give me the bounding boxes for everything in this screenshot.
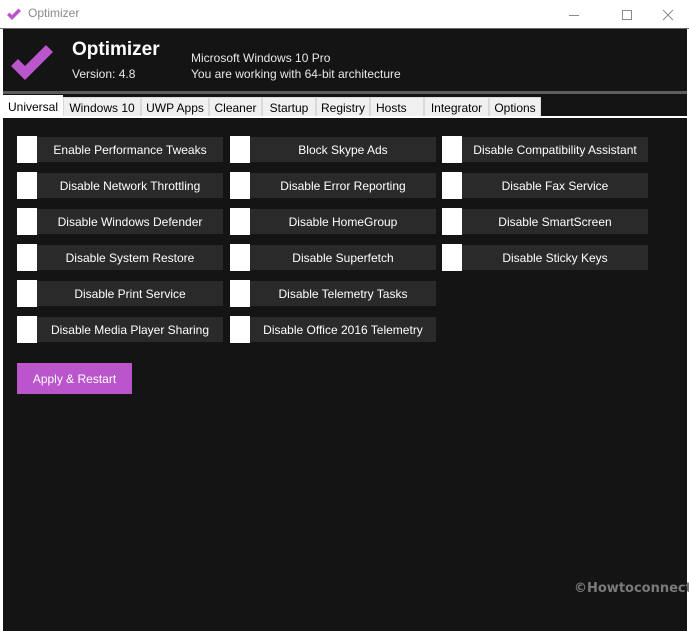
toggle-label: Disable Print Service [37,281,223,306]
toggle-label: Enable Performance Tweaks [37,137,223,162]
toggle-checkbox[interactable] [442,136,462,163]
toggle-disable-system-restore[interactable]: Disable System Restore [17,244,223,271]
toggle-disable-smartscreen[interactable]: Disable SmartScreen [442,208,648,235]
toggle-checkbox[interactable] [17,136,37,163]
toggle-label: Disable HomeGroup [250,209,436,234]
toggle-checkbox[interactable] [17,208,37,235]
checkmark-icon [11,45,53,80]
tab-windows-10[interactable]: Windows 10 [63,97,141,117]
toggle-disable-telemetry-tasks[interactable]: Disable Telemetry Tasks [230,280,436,307]
app-header: Optimizer Version: 4.8 Microsoft Windows… [3,29,687,91]
apply-restart-button[interactable]: Apply & Restart [17,363,132,394]
toggle-checkbox[interactable] [17,280,37,307]
toggle-label: Disable SmartScreen [462,209,648,234]
toggle-disable-office-2016-telemetry[interactable]: Disable Office 2016 Telemetry [230,316,436,343]
toggle-label: Block Skype Ads [250,137,436,162]
toggle-checkbox[interactable] [230,316,250,343]
toggle-label: Disable Network Throttling [37,173,223,198]
toggle-checkbox[interactable] [442,172,462,199]
toggle-disable-media-player-sharing[interactable]: Disable Media Player Sharing [17,316,223,343]
tab-hosts[interactable]: Hosts [370,97,424,117]
toggle-disable-network-throttling[interactable]: Disable Network Throttling [17,172,223,199]
tab-cleaner[interactable]: Cleaner [209,97,262,117]
tab-universal[interactable]: Universal [3,95,63,117]
close-icon [662,9,674,20]
toggle-checkbox[interactable] [442,208,462,235]
header-divider [3,91,687,94]
toggle-label: Disable Office 2016 Telemetry [250,317,436,342]
architecture-label: You are working with 64-bit architecture [191,67,401,81]
minimize-button[interactable] [551,0,597,29]
toggle-disable-compatibility-assistant[interactable]: Disable Compatibility Assistant [442,136,648,163]
tab-registry[interactable]: Registry [316,97,370,117]
toggle-block-skype-ads[interactable]: Block Skype Ads [230,136,436,163]
toggle-label: Disable Sticky Keys [462,245,648,270]
toggle-label: Disable System Restore [37,245,223,270]
app-window: Optimizer Version: 4.8 Microsoft Windows… [0,29,689,631]
toggle-label: Disable Windows Defender [37,209,223,234]
app-name: Optimizer [72,39,160,60]
tab-uwp-apps[interactable]: UWP Apps [141,97,209,117]
toggle-label: Disable Media Player Sharing [37,317,223,342]
toggle-checkbox[interactable] [17,172,37,199]
toggle-label: Disable Error Reporting [250,173,436,198]
toggle-label: Disable Telemetry Tasks [250,281,436,306]
maximize-button[interactable] [604,0,650,29]
os-name-label: Microsoft Windows 10 Pro [191,51,331,65]
toggle-enable-performance-tweaks[interactable]: Enable Performance Tweaks [17,136,223,163]
toggle-checkbox[interactable] [17,244,37,271]
toggle-checkbox[interactable] [230,172,250,199]
window-title: Optimizer [28,6,80,20]
toggle-label: Disable Superfetch [250,245,436,270]
toggle-checkbox[interactable] [230,136,250,163]
toggle-checkbox[interactable] [230,280,250,307]
toggle-label: Disable Fax Service [462,173,648,198]
toggle-checkbox[interactable] [17,316,37,343]
toggle-checkbox[interactable] [442,244,462,271]
watermark: ©Howtoconnect [574,581,689,596]
toggle-disable-fax-service[interactable]: Disable Fax Service [442,172,648,199]
toggle-disable-homegroup[interactable]: Disable HomeGroup [230,208,436,235]
tab-strip: Universal Windows 10 UWP Apps Cleaner St… [3,95,687,117]
universal-tab-panel: Enable Performance Tweaks Disable Networ… [3,118,687,631]
version-label: Version: 4.8 [72,67,136,81]
toggle-disable-error-reporting[interactable]: Disable Error Reporting [230,172,436,199]
toggle-label: Disable Compatibility Assistant [462,137,648,162]
title-bar: Optimizer [0,0,689,29]
toggle-disable-print-service[interactable]: Disable Print Service [17,280,223,307]
tab-options[interactable]: Options [489,97,541,117]
maximize-icon [622,9,632,20]
toggle-disable-windows-defender[interactable]: Disable Windows Defender [17,208,223,235]
toggle-disable-sticky-keys[interactable]: Disable Sticky Keys [442,244,648,271]
checkmark-icon [7,8,21,20]
toggle-checkbox[interactable] [230,244,250,271]
toggle-checkbox[interactable] [230,208,250,235]
tab-startup[interactable]: Startup [262,97,316,117]
tab-integrator[interactable]: Integrator [424,97,489,117]
minimize-icon [569,14,579,16]
toggle-disable-superfetch[interactable]: Disable Superfetch [230,244,436,271]
close-button[interactable] [645,0,689,29]
